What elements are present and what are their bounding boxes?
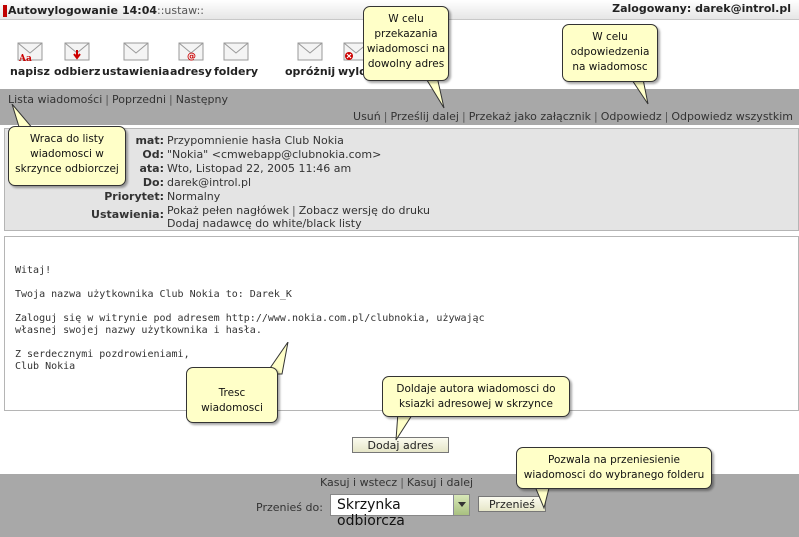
settings-label: Ustawienia:: [91, 208, 164, 221]
folder-select[interactable]: Skrzynka odbiorcza: [330, 494, 470, 529]
toolbar-label: opróżnij: [285, 65, 336, 78]
toolbar-label: odbierz: [54, 65, 101, 78]
callout-reply: W celu odpowiedzenia na wiadomosc: [562, 24, 658, 82]
body-line: Twoja nazwa użytkownika Club Nokia to: D…: [15, 289, 292, 300]
next-link[interactable]: Następny: [176, 93, 228, 106]
toolbar-label: ustawienia: [102, 65, 170, 78]
toolbar-label: napisz: [10, 65, 50, 78]
toolbar-label: adresy: [170, 65, 212, 78]
from-value: "Nokia" <cmwebapp@clubnokia.com>: [167, 148, 382, 161]
callout-forward: W celu przekazania wiadomosci na dowolny…: [363, 6, 449, 81]
callout-line: wiadomosci do wybranego folderu: [523, 469, 705, 481]
nav-left: Lista wiadomości | Poprzedni | Następny: [8, 93, 228, 106]
priority-label: Priorytet:: [104, 190, 164, 203]
delete-next-link[interactable]: Kasuj i dalej: [407, 476, 473, 489]
toolbar-label: foldery: [214, 65, 259, 78]
callout-message-content: Tresc wiadomosci: [186, 367, 278, 423]
toolbar-empty[interactable]: opróżnij: [285, 42, 335, 78]
nav-right: Usuń | Prześlij dalej | Przekaż jako załączn…: [353, 110, 793, 123]
callout-back-to-list: Wraca do listy wiadomosci w skrzynce odb…: [8, 126, 126, 186]
folders-icon: [223, 42, 249, 62]
to-label: Do:: [142, 176, 164, 189]
callout-line: Doldaje autora wiadomosci do: [396, 383, 556, 395]
body-line: Zaloguj się w witrynie pod adresem http:…: [15, 313, 485, 324]
body-line: Z serdecznymi pozdrowieniami,: [15, 349, 190, 360]
date-label: ata:: [139, 162, 164, 175]
callout-line: Tresc wiadomosci: [201, 387, 263, 414]
svg-text:@: @: [187, 52, 196, 62]
settings-links-line1: Pokaż pełen nagłówek | Zobacz wersję do dr…: [167, 204, 431, 217]
empty-trash-icon: [297, 42, 323, 62]
receive-icon: [64, 42, 90, 62]
callout-line: odpowiedzenia: [570, 46, 650, 58]
callout-line: wiadomosci na: [366, 43, 446, 55]
toolbar-settings[interactable]: ustawienia: [102, 42, 169, 78]
callout-line: przekazania: [374, 28, 438, 40]
callout-line: Wraca do listy: [29, 133, 105, 145]
logged-user: Zalogowany: darek@introl.pl: [612, 2, 791, 15]
compose-icon: Aa: [17, 42, 43, 62]
callout-line: skrzynce odbiorczej: [15, 163, 119, 175]
subject-label: mat:: [135, 134, 164, 147]
full-header-link[interactable]: Pokaż pełen nagłówek: [167, 204, 289, 217]
date-value: Wto, Listopad 22, 2005 11:46 am: [167, 162, 352, 175]
to-value: darek@introl.pl: [167, 176, 252, 189]
previous-link[interactable]: Poprzedni: [112, 93, 166, 106]
delete-link[interactable]: Usuń: [353, 110, 381, 123]
settings-link[interactable]: ::ustaw::: [157, 4, 204, 17]
body-line: własnej swojej nazwy użytkownika i hasła…: [15, 325, 262, 336]
reply-all-link[interactable]: Odpowiedz wszystkim: [671, 110, 793, 123]
whitelist-link[interactable]: Dodaj nadawcę do white/black listy: [167, 217, 362, 230]
subject-value: Przypomnienie hasła Club Nokia: [167, 134, 344, 147]
print-version-link[interactable]: Zobacz wersję do druku: [299, 204, 430, 217]
callout-line: W celu: [388, 13, 424, 25]
callout-line: W celu: [592, 31, 628, 43]
address-book-icon: @: [178, 42, 204, 62]
session-time: 14:04: [122, 4, 158, 17]
priority-value: Normalny: [167, 190, 221, 203]
forward-attachment-link[interactable]: Przekaż jako załącznik: [469, 110, 591, 123]
callout-line: na wiadomosc: [572, 61, 648, 73]
autologout-label: Autowylogowanie: [8, 4, 118, 17]
delete-back-link[interactable]: Kasuj i wstecz: [320, 476, 397, 489]
callout-line: Pozwala na przeniesienie: [548, 454, 680, 466]
callout-move: Pozwala na przeniesienie wiadomosci do w…: [516, 447, 712, 489]
callout-add-author: Doldaje autora wiadomosci do ksiazki adr…: [382, 376, 570, 417]
body-line: Club Nokia: [15, 361, 76, 372]
svg-text:Aa: Aa: [18, 54, 32, 62]
toolbar-receive[interactable]: odbierz: [54, 42, 100, 78]
callout-line: dowolny adres: [367, 58, 445, 70]
bottom-links: Kasuj i wstecz | Kasuj i dalej: [320, 476, 474, 489]
reply-link[interactable]: Odpowiedz: [601, 110, 662, 123]
message-nav-bar: Lista wiadomości | Poprzedni | Następny Usuń…: [0, 89, 799, 125]
chevron-down-icon[interactable]: [453, 495, 469, 515]
callout-line: ksiazki adresowej w skrzynce: [399, 398, 553, 410]
callout-line: wiadomosci w: [30, 148, 104, 160]
toolbar-folders[interactable]: foldery: [214, 42, 258, 78]
brand-mark: [3, 5, 7, 17]
body-line: Witaj!: [15, 265, 52, 276]
toolbar-addresses[interactable]: @ adresy: [170, 42, 212, 78]
settings-envelope-icon: [123, 42, 149, 62]
toolbar-compose[interactable]: Aa napisz: [10, 42, 50, 78]
folder-select-value: Skrzynka odbiorcza: [337, 497, 405, 529]
move-to-label: Przenieś do:: [256, 501, 323, 514]
from-label: Od:: [142, 148, 164, 161]
